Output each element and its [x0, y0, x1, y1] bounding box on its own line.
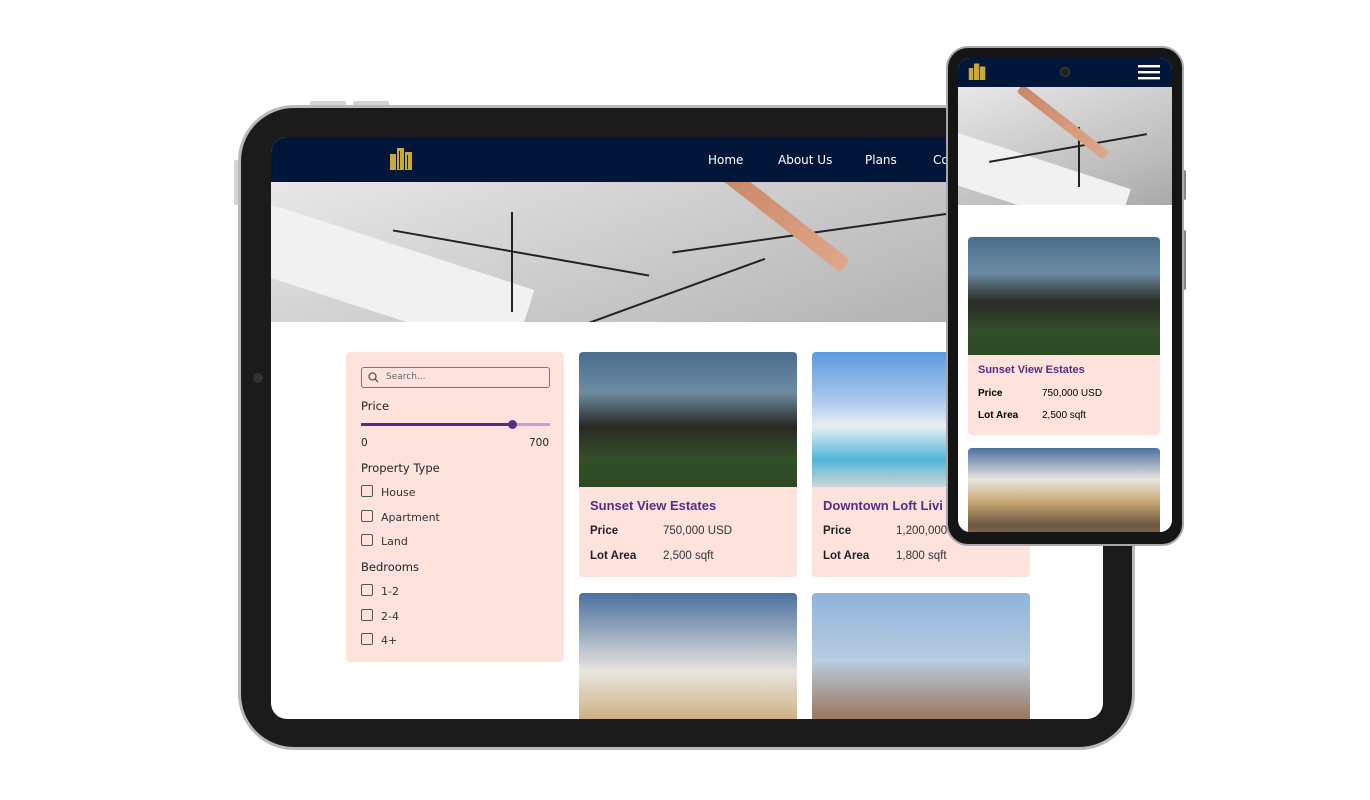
mobile-navbar: [958, 58, 1172, 87]
listing-image: [968, 237, 1160, 355]
checkbox-1-2[interactable]: [361, 584, 373, 596]
price-value: 750,000 USD: [1042, 388, 1103, 399]
listing-image: [812, 593, 1030, 719]
hamburger-menu-icon[interactable]: [1138, 64, 1160, 80]
price-key: Price: [590, 525, 619, 537]
price-slider[interactable]: [361, 420, 550, 429]
price-slider-fill: [361, 423, 513, 426]
search-input[interactable]: Search...: [361, 367, 550, 388]
listing-title[interactable]: Downtown Loft Livi: [823, 498, 943, 513]
checkbox-label: Land: [381, 535, 408, 548]
filter-panel: Search... Price 0 700 Property Type Hous…: [346, 352, 564, 662]
checkbox-label: 2-4: [381, 610, 399, 623]
price-min: 0: [361, 437, 368, 449]
area-value: 2,500 sqft: [1042, 410, 1086, 421]
price-value: 750,000 USD: [663, 525, 733, 537]
listing-card[interactable]: Sunset View Estates Price 750,000 USD Lo…: [579, 352, 797, 577]
tablet-camera: [253, 373, 263, 383]
checkbox-4-plus[interactable]: [361, 633, 373, 645]
property-type-label: Property Type: [361, 461, 440, 475]
price-label: Price: [361, 399, 390, 413]
checkbox-label: House: [381, 486, 416, 499]
listing-title[interactable]: Sunset View Estates: [590, 498, 716, 513]
listing-image: [579, 352, 797, 487]
area-value: 2,500 sqft: [663, 550, 714, 562]
bedrooms-label: Bedrooms: [361, 560, 420, 574]
phone-camera: [1060, 67, 1070, 77]
hero-blueprint-image: [958, 87, 1172, 205]
nav-plans[interactable]: Plans: [865, 153, 897, 167]
checkbox-2-4[interactable]: [361, 609, 373, 621]
area-key: Lot Area: [590, 550, 637, 562]
listing-image: [579, 593, 797, 719]
price-slider-thumb[interactable]: [507, 420, 517, 429]
nav-home[interactable]: Home: [708, 153, 743, 167]
building-logo-icon[interactable]: [967, 62, 987, 80]
building-logo-icon[interactable]: [388, 146, 414, 170]
listing-card[interactable]: [812, 593, 1030, 719]
price-value: 1,200,000: [896, 525, 948, 537]
checkbox-house[interactable]: [361, 485, 373, 497]
search-icon: [368, 372, 379, 383]
price-max: 700: [528, 437, 549, 449]
area-key: Lot Area: [823, 550, 870, 562]
checkbox-label: 4+: [381, 634, 398, 647]
listing-card[interactable]: Sunset View Estates Price 750,000 USD Lo…: [968, 237, 1160, 435]
checkbox-label: 1-2: [381, 585, 399, 598]
phone-screen: Sunset View Estates Price 750,000 USD Lo…: [958, 58, 1172, 532]
listing-card[interactable]: [579, 593, 797, 719]
checkbox-land[interactable]: [361, 534, 373, 546]
nav-about-us[interactable]: About Us: [778, 153, 832, 167]
price-key: Price: [823, 525, 852, 537]
listing-image[interactable]: [968, 448, 1160, 532]
checkbox-apartment[interactable]: [361, 510, 373, 522]
checkbox-label: Apartment: [381, 511, 440, 524]
area-key: Lot Area: [978, 410, 1019, 421]
price-key: Price: [978, 388, 1003, 399]
area-value: 1,800 sqft: [896, 550, 947, 562]
listing-title[interactable]: Sunset View Estates: [978, 364, 1085, 376]
